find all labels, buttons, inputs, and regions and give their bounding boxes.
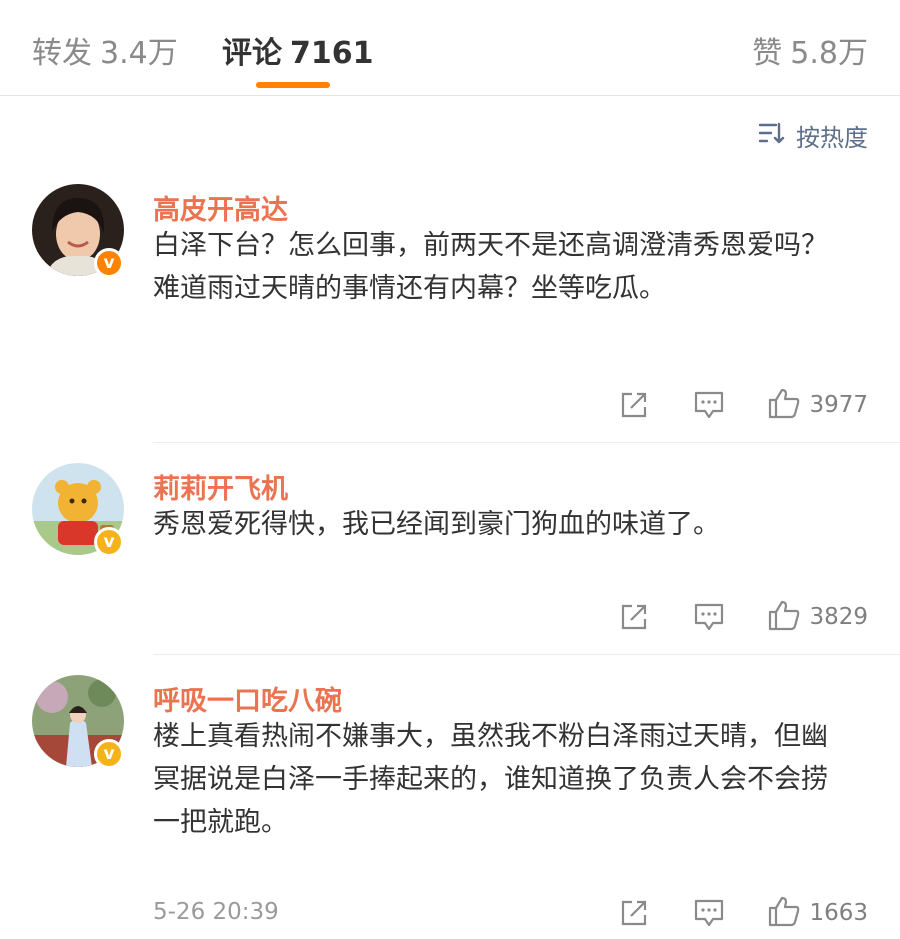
like-button[interactable]: 3977 (767, 387, 868, 423)
tab-likes-count: 5.8万 (790, 36, 868, 71)
sort-button[interactable]: 按热度 (758, 118, 868, 153)
like-count: 3829 (809, 604, 868, 630)
active-tab-indicator (256, 82, 330, 88)
comment-username[interactable]: 高皮开高达 (153, 188, 288, 227)
tab-comments-label: 评论 (222, 36, 282, 71)
comment-actions: 3977 (619, 385, 868, 425)
thumbs-up-icon (767, 895, 801, 931)
share-icon[interactable] (619, 602, 649, 632)
like-count: 1663 (809, 900, 868, 926)
comment-text: 白泽下台？怎么回事，前两天不是还高调澄清秀恩爱吗？难道雨过天晴的事情还有内幕？坐… (153, 230, 828, 304)
tab-comments-count: 7161 (290, 36, 374, 71)
reply-icon[interactable] (693, 390, 725, 420)
thumbs-up-icon (767, 599, 801, 635)
tab-bar: 转发 3.4万 评论 7161 赞 5.8万 (0, 0, 900, 96)
comment-text: 秀恩爱死得快，我已经闻到豪门狗血的味道了。 (153, 509, 720, 540)
comment-text: 楼上真看热闹不嫌事大，虽然我不粉白泽雨过天晴，但幽冥据说是白泽一手捧起来的，谁知… (153, 721, 828, 838)
comment-item: v 莉莉开飞机 秀恩爱死得快，我已经闻到豪门狗血的味道了。 3829 (0, 443, 900, 655)
comment-item: v 高皮开高达 白泽下台？怎么回事，前两天不是还高调澄清秀恩爱吗？难道雨过天晴的… (0, 178, 900, 443)
share-icon[interactable] (619, 898, 649, 928)
comment-username[interactable]: 莉莉开飞机 (153, 467, 288, 506)
comment-item: v 呼吸一口吃八碗 楼上真看热闹不嫌事大，虽然我不粉白泽雨过天晴，但幽冥据说是白… (0, 655, 900, 939)
share-icon[interactable] (619, 390, 649, 420)
comment-actions: 3829 (619, 597, 868, 637)
like-count: 3977 (809, 392, 868, 418)
sort-icon (758, 121, 796, 151)
like-button[interactable]: 3829 (767, 599, 868, 635)
tab-repost-count: 3.4万 (100, 36, 178, 71)
verified-badge: v (94, 248, 124, 278)
sort-label: 按热度 (796, 124, 868, 152)
comment-username[interactable]: 呼吸一口吃八碗 (153, 679, 342, 718)
comment-actions: 1663 (619, 893, 868, 933)
verified-badge: v (94, 739, 124, 769)
tab-likes-label: 赞 (752, 36, 783, 71)
like-button[interactable]: 1663 (767, 895, 868, 931)
tab-likes[interactable]: 赞 5.8万 (752, 28, 868, 72)
tab-repost-label: 转发 (32, 36, 92, 71)
tab-repost[interactable]: 转发 3.4万 (32, 28, 178, 72)
reply-icon[interactable] (693, 602, 725, 632)
comment-timestamp: 5-26 20:39 (153, 899, 279, 925)
tab-comments[interactable]: 评论 7161 (222, 28, 374, 72)
verified-badge: v (94, 527, 124, 557)
thumbs-up-icon (767, 387, 801, 423)
reply-icon[interactable] (693, 898, 725, 928)
